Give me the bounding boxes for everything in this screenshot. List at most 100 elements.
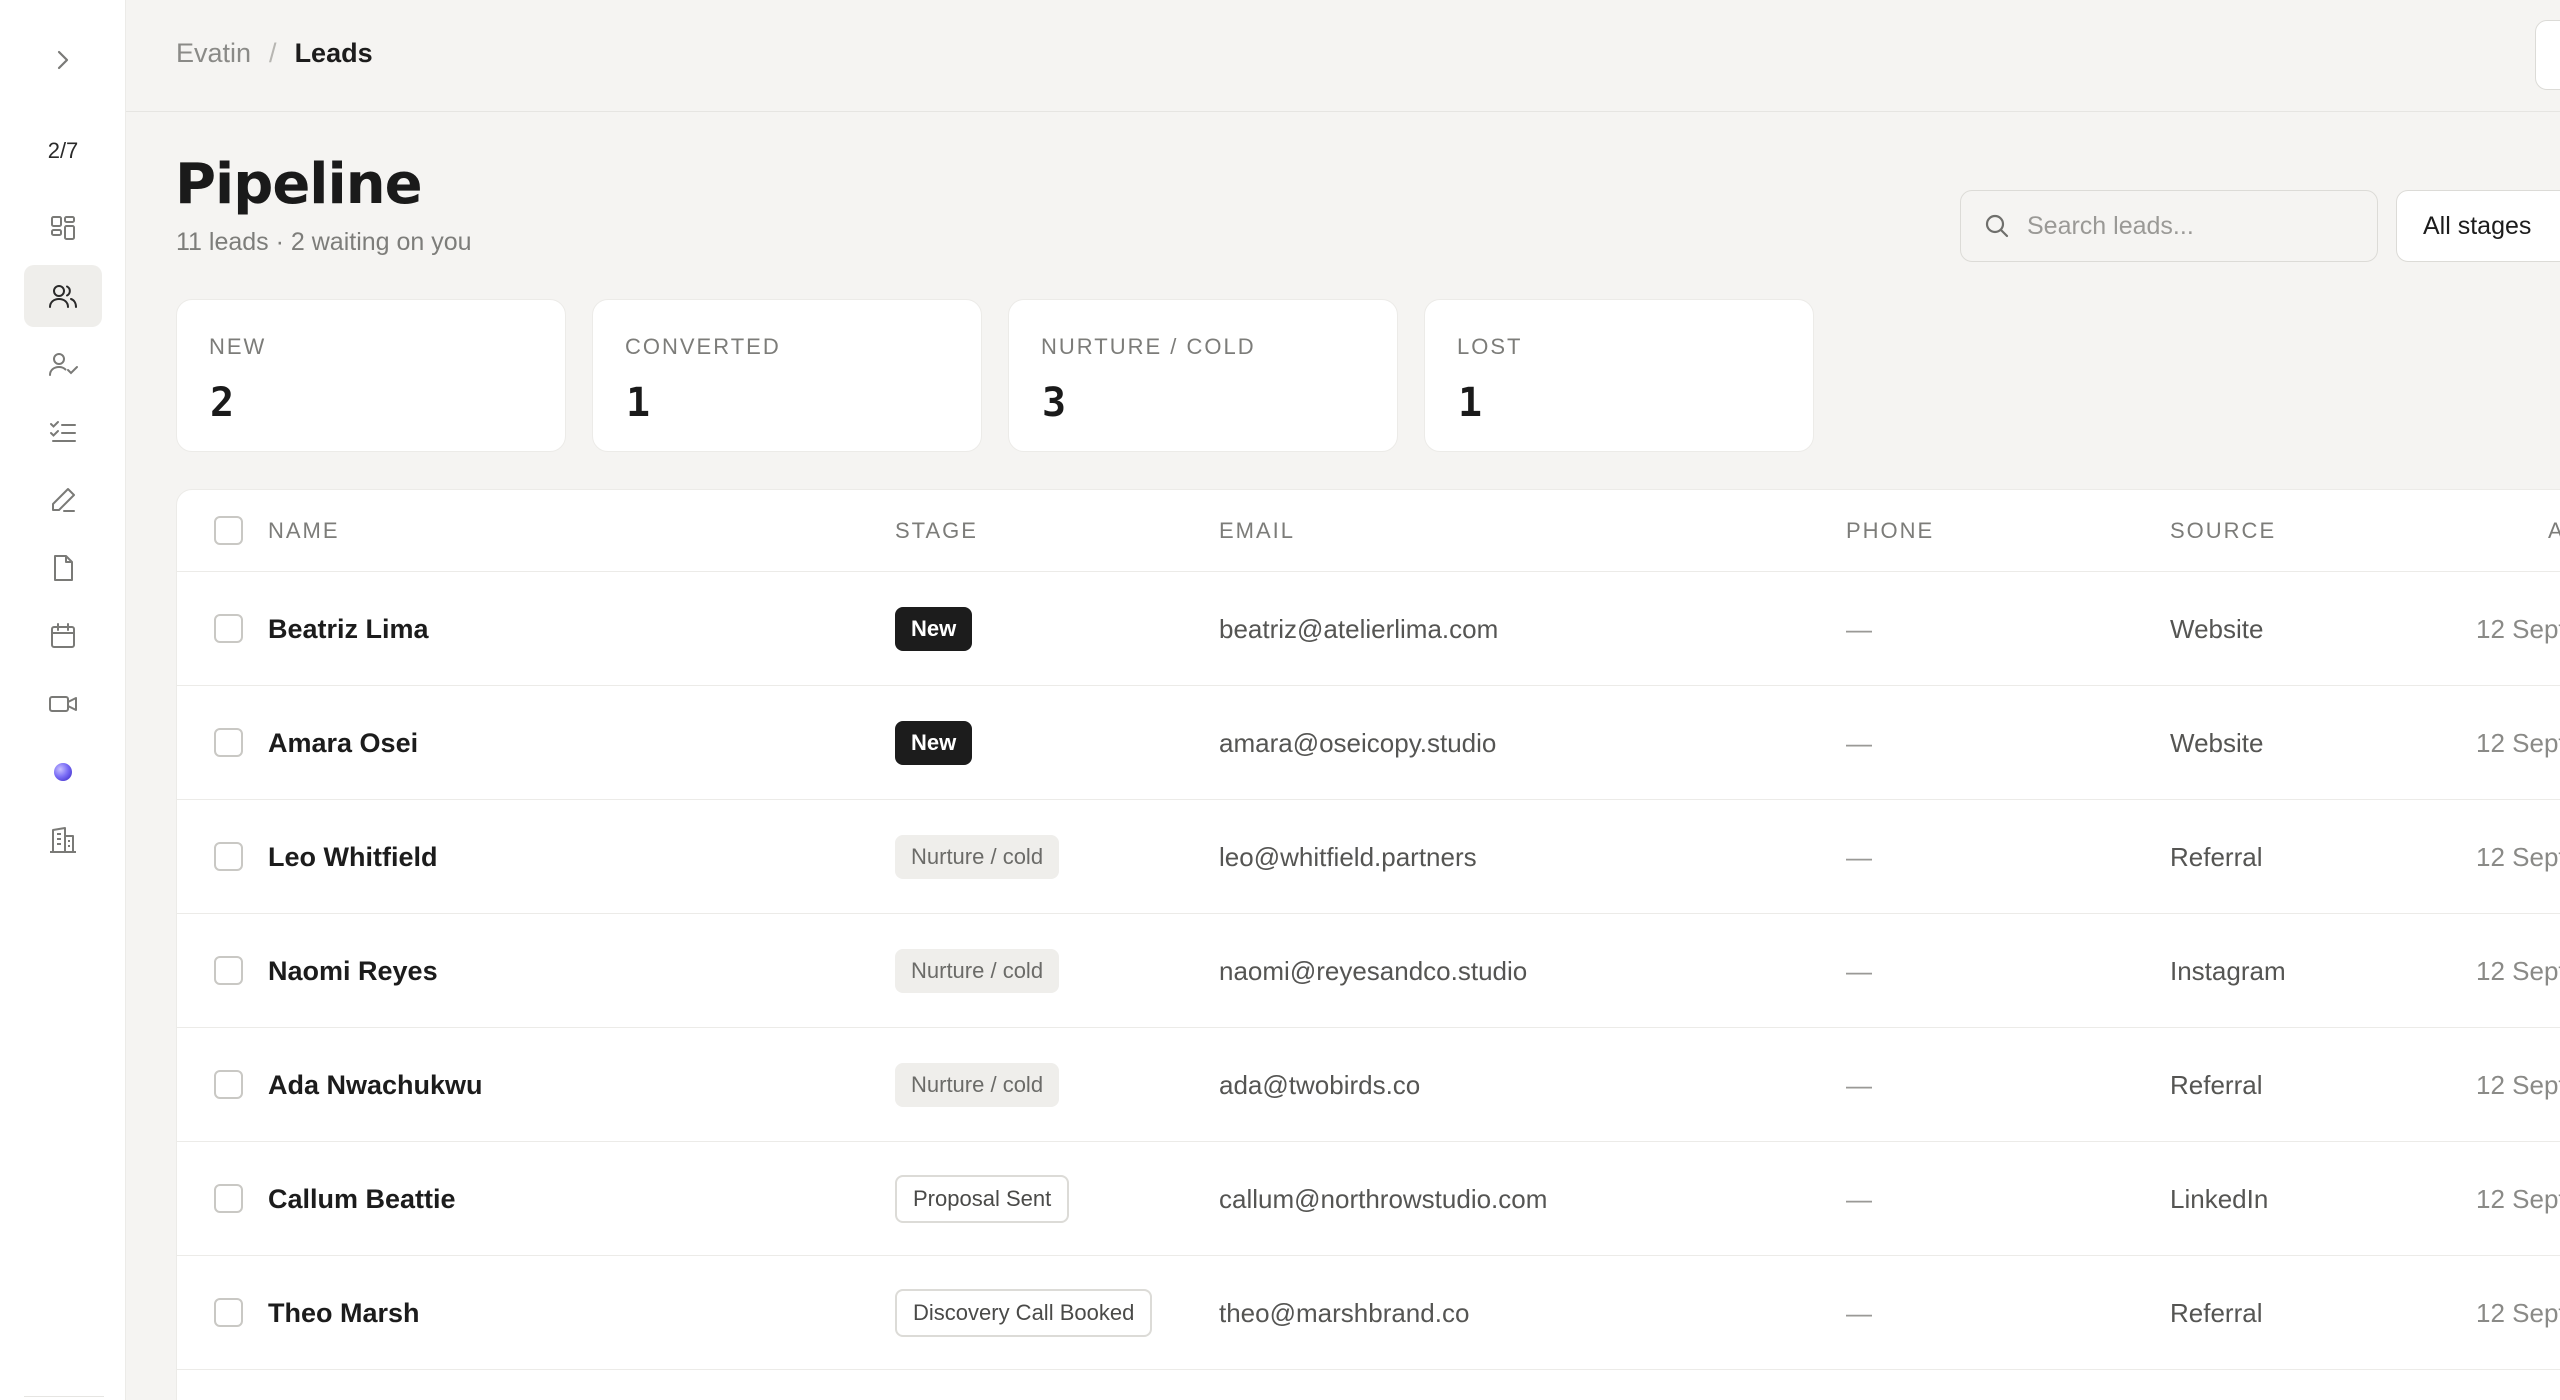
lead-name[interactable]: Beatriz Lima (268, 572, 429, 686)
row-checkbox[interactable] (214, 842, 243, 871)
lead-email[interactable]: amara@oseicopy.studio (1219, 686, 1496, 800)
stage-cell: Nurture / cold (895, 1028, 1060, 1142)
lead-date: 12 Sept (2476, 1183, 2560, 1214)
document-icon (54, 555, 73, 581)
row-checkbox[interactable] (214, 1184, 243, 1213)
table-row[interactable]: Leo Whitfield Nurture / cold leo@whitfield… (177, 800, 2560, 914)
lead-source: LinkedIn (2170, 1183, 2269, 1214)
lead-name[interactable]: Naomi Reyes (268, 914, 438, 1028)
sidebar-item-calendar[interactable] (24, 605, 102, 667)
sidebar-item-clients[interactable] (24, 333, 102, 395)
stat-label: CONVERTED (625, 334, 781, 359)
search-input[interactable] (2027, 211, 2357, 241)
building-icon (50, 827, 76, 853)
column-header-stage[interactable]: STAGE (895, 518, 978, 544)
stage-cell: Discovery Call Booked (895, 1256, 1153, 1370)
column-header-source[interactable]: SOURCE (2170, 518, 2276, 544)
lead-name[interactable]: Amara Osei (268, 686, 418, 800)
row-checkbox[interactable] (214, 956, 243, 985)
lead-email[interactable]: beatriz@atelierlima.com (1219, 572, 1498, 686)
stage-cell: Nurture / cold (895, 800, 1060, 914)
lead-email[interactable]: theo@marshbrand.co (1219, 1256, 1469, 1370)
lead-source: Instagram (2170, 955, 2286, 986)
lead-date: 12 Sept (2476, 1297, 2560, 1328)
stat-card-converted: CONVERTED 1 (592, 299, 982, 452)
stage-badge[interactable]: Nurture / cold (895, 1063, 1060, 1107)
row-checkbox[interactable] (214, 728, 243, 757)
lead-source: Referral (2170, 841, 2263, 872)
users-icon (49, 285, 77, 308)
user-check-icon (49, 353, 78, 376)
lead-phone: — (1846, 1297, 1872, 1328)
row-checkbox[interactable] (214, 1298, 243, 1327)
table-row[interactable]: Amara Osei New amara@oseicopy.studio — Websi… (177, 686, 2560, 800)
select-all-checkbox[interactable] (214, 516, 243, 545)
lead-date: 12 Sept (2476, 727, 2560, 758)
stat-card-lost: LOST 1 (1424, 299, 1814, 452)
breadcrumb: Evatin / Leads (176, 38, 373, 69)
sidebar-item-leads[interactable] (24, 265, 102, 327)
stage-cell: New (895, 572, 973, 686)
sidebar-item-company[interactable] (24, 809, 102, 871)
column-header-phone[interactable]: PHONE (1846, 518, 1934, 544)
expand-sidebar-button[interactable] (49, 46, 77, 74)
video-icon (49, 696, 77, 712)
stat-value: 2 (210, 380, 235, 426)
lead-email[interactable]: callum@northrowstudio.com (1219, 1142, 1547, 1256)
breadcrumb-root[interactable]: Evatin (176, 38, 251, 69)
sidebar: 2/7 (0, 0, 126, 1400)
page-subtitle: 11 leads · 2 waiting on you (176, 228, 472, 256)
row-checkbox[interactable] (214, 614, 243, 643)
table-row[interactable]: Callum Beattie Proposal Sent callum@northr… (177, 1142, 2560, 1256)
table-row[interactable]: Theo Marsh Discovery Call Booked theo@mars… (177, 1256, 2560, 1370)
top-bar: Evatin / Leads (126, 0, 2560, 112)
lead-source: Referral (2170, 1069, 2263, 1100)
lead-name[interactable]: Leo Whitfield (268, 800, 437, 914)
stage-badge[interactable]: New (895, 607, 973, 651)
sidebar-item-dashboard[interactable] (24, 197, 102, 259)
lead-name[interactable]: Theo Marsh (268, 1256, 420, 1370)
stage-badge[interactable]: Discovery Call Booked (895, 1289, 1153, 1337)
stage-filter-select[interactable]: All stages (2396, 190, 2560, 262)
stat-value: 1 (626, 380, 651, 426)
search-box[interactable] (1960, 190, 2378, 262)
table-row[interactable]: Beatriz Lima New beatriz@atelierlima.com — W… (177, 572, 2560, 686)
column-header-name[interactable]: NAME (268, 518, 340, 544)
stage-cell: Proposal Sent (895, 1142, 1070, 1256)
sidebar-item-notes[interactable] (24, 469, 102, 531)
column-header-email[interactable]: EMAIL (1219, 518, 1295, 544)
lead-phone: — (1846, 1183, 1872, 1214)
stage-badge[interactable]: New (895, 721, 973, 765)
checklist-icon (50, 421, 76, 442)
column-header-added[interactable]: A (2548, 518, 2560, 544)
stat-label: NEW (209, 334, 267, 359)
table-row[interactable]: Ada Nwachukwu Nurture / cold ada@twobirds.… (177, 1028, 2560, 1142)
lead-name[interactable]: Ada Nwachukwu (268, 1028, 483, 1142)
stage-badge[interactable]: Proposal Sent (895, 1175, 1070, 1223)
lead-name[interactable]: Callum Beattie (268, 1142, 456, 1256)
breadcrumb-separator: / (269, 38, 277, 68)
lead-date: 12 Sept (2476, 955, 2560, 986)
chevron-right-icon (57, 50, 69, 70)
lead-email[interactable]: ada@twobirds.co (1219, 1028, 1420, 1142)
sidebar-item-documents[interactable] (24, 537, 102, 599)
row-checkbox[interactable] (214, 1070, 243, 1099)
lead-phone: — (1846, 727, 1872, 758)
sidebar-item-assistant[interactable] (24, 741, 102, 803)
dashboard-icon (51, 216, 75, 240)
stat-value: 1 (1458, 380, 1483, 426)
stage-badge[interactable]: Nurture / cold (895, 949, 1060, 993)
stage-cell: Nurture / cold (895, 914, 1060, 1028)
search-icon (1985, 214, 2009, 238)
stage-filter-value: All stages (2423, 211, 2532, 240)
lead-email[interactable]: leo@whitfield.partners (1219, 800, 1477, 914)
header-action-button[interactable] (2535, 20, 2560, 90)
lead-email[interactable]: naomi@reyesandco.studio (1219, 914, 1527, 1028)
lead-phone: — (1846, 613, 1872, 644)
stage-cell: New (895, 686, 973, 800)
table-row[interactable]: Naomi Reyes Nurture / cold naomi@reyesandc… (177, 914, 2560, 1028)
workspace-counter: 2/7 (47, 138, 79, 163)
stage-badge[interactable]: Nurture / cold (895, 835, 1060, 879)
sidebar-item-meetings[interactable] (24, 673, 102, 735)
sidebar-item-tasks[interactable] (24, 401, 102, 463)
